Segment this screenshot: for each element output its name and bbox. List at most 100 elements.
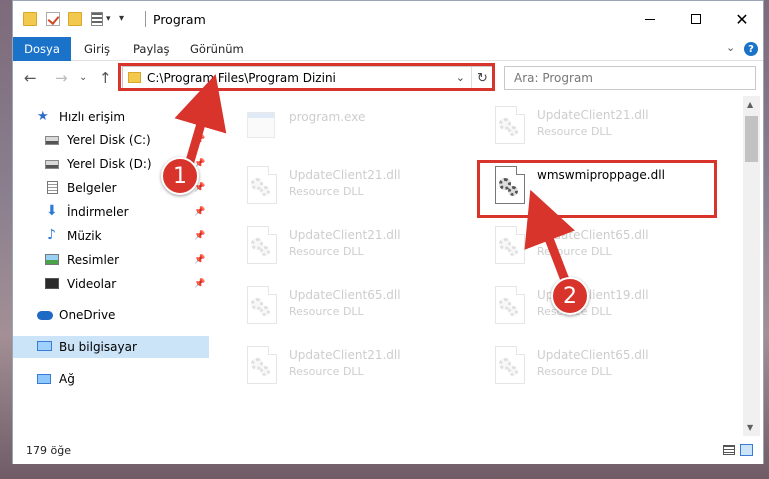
- step-2-badge: 2: [551, 277, 589, 315]
- file-type: Resource DLL: [537, 245, 612, 258]
- file-item[interactable]: UpdateClient65.dll Resource DLL: [243, 282, 483, 330]
- disk-icon: [45, 136, 59, 145]
- expand-ribbon-icon[interactable]: ⌄: [726, 41, 735, 54]
- dll-file-icon: [491, 286, 527, 326]
- maximize-icon: [691, 14, 701, 24]
- new-folder-icon[interactable]: [68, 12, 82, 26]
- file-item[interactable]: UpdateClient65.dll Resource DLL: [491, 222, 731, 270]
- search-input[interactable]: [504, 66, 756, 90]
- disk-icon: [45, 160, 59, 169]
- file-item[interactable]: UpdateClient21.dll Resource DLL: [243, 222, 483, 270]
- star-icon: ★: [37, 109, 49, 124]
- file-highlight-box: [477, 160, 717, 218]
- sidebar-item-network[interactable]: Ağ: [13, 368, 209, 390]
- up-arrow-icon[interactable]: ↑: [99, 69, 112, 87]
- file-item[interactable]: UpdateClient21.dll Resource DLL: [243, 162, 483, 210]
- file-item[interactable]: UpdateClient21.dll Resource DLL: [491, 102, 731, 150]
- tab-share[interactable]: Paylaş: [133, 42, 170, 56]
- tab-home[interactable]: Giriş: [84, 42, 110, 56]
- properties-check-icon[interactable]: [46, 12, 60, 26]
- title-separator: [145, 11, 146, 27]
- chevron-down-icon[interactable]: ▾: [106, 14, 111, 24]
- sidebar-item-music[interactable]: ♪ Müzik 📌: [13, 225, 209, 247]
- sidebar-item-quick-access[interactable]: ★ Hızlı erişim: [13, 106, 209, 128]
- dll-file-icon: [243, 166, 279, 206]
- tiles-view-icon[interactable]: [740, 444, 753, 456]
- back-arrow-icon[interactable]: ←: [24, 69, 37, 87]
- close-button[interactable]: ✕: [719, 1, 765, 37]
- dll-file-icon: [491, 346, 527, 386]
- sidebar-item-label: Hızlı erişim: [59, 110, 126, 124]
- view-options-icon[interactable]: [91, 12, 103, 26]
- computer-icon: [37, 341, 52, 351]
- file-type: Resource DLL: [289, 305, 364, 318]
- sidebar-item-label: Yerel Disk (C:): [67, 133, 151, 147]
- file-type: Resource DLL: [289, 185, 364, 198]
- pin-icon[interactable]: 📌: [194, 231, 205, 241]
- minimize-button[interactable]: [627, 1, 673, 37]
- customize-toolbar-icon[interactable]: ▾: [119, 13, 124, 24]
- file-type: Resource DLL: [289, 245, 364, 258]
- file-list: program.exe UpdateClient21.dll Resource …: [209, 96, 743, 436]
- file-item[interactable]: UpdateClient65.dll Resource DLL: [491, 342, 731, 390]
- file-name: program.exe: [289, 110, 366, 124]
- music-icon: ♪: [47, 227, 56, 243]
- tab-file[interactable]: Dosya: [13, 37, 71, 61]
- sidebar-item-pictures[interactable]: Resimler 📌: [13, 249, 209, 271]
- videos-icon: [45, 278, 59, 289]
- details-view-icon[interactable]: [723, 445, 735, 455]
- address-highlight-box: [118, 63, 495, 91]
- sidebar-item-label: Ağ: [59, 372, 75, 386]
- pictures-icon: [45, 254, 59, 265]
- tab-view[interactable]: Görünüm: [190, 42, 244, 56]
- dll-file-icon: [243, 346, 279, 386]
- exe-file-icon: [243, 106, 279, 146]
- file-name: UpdateClient21.dll: [289, 168, 401, 182]
- scrollbar-thumb[interactable]: [745, 116, 758, 162]
- file-name: UpdateClient21.dll: [289, 228, 401, 242]
- item-count: 179 öğe: [26, 444, 71, 457]
- forward-arrow-icon[interactable]: →: [55, 69, 68, 87]
- scroll-down-icon[interactable]: ▼: [747, 423, 753, 432]
- file-name: UpdateClient65.dll: [537, 348, 649, 362]
- pin-icon[interactable]: 📌: [194, 135, 205, 145]
- cloud-icon: [37, 311, 53, 320]
- file-type: Resource DLL: [537, 365, 612, 378]
- sidebar-item-label: Belgeler: [67, 181, 117, 195]
- ribbon-tabs: Dosya Giriş Paylaş Görünüm ⌄ ?: [13, 37, 763, 61]
- file-item[interactable]: UpdateClient21.dll Resource DLL: [243, 342, 483, 390]
- scroll-up-icon[interactable]: ▲: [747, 100, 753, 109]
- sidebar-item-label: Videolar: [67, 277, 117, 291]
- sidebar-item-downloads[interactable]: ⬇ İndirmeler 📌: [13, 201, 209, 223]
- file-item[interactable]: UpdateClient19.dll Resource DLL: [491, 282, 731, 330]
- vertical-scrollbar[interactable]: ▲ ▼: [743, 96, 760, 436]
- status-bar: 179 öğe: [13, 437, 763, 464]
- sidebar-item-label: İndirmeler: [67, 205, 129, 219]
- pin-icon[interactable]: 📌: [194, 207, 205, 217]
- pin-icon[interactable]: 📌: [194, 255, 205, 265]
- sidebar-item-label: Resimler: [67, 253, 120, 267]
- sidebar-item-videos[interactable]: Videolar 📌: [13, 273, 209, 295]
- title-bar: ▾ ▾ Program ✕: [13, 1, 763, 37]
- sidebar-item-this-pc[interactable]: Bu bilgisayar: [13, 336, 209, 358]
- sidebar-item-onedrive[interactable]: OneDrive: [13, 304, 209, 326]
- close-icon: ✕: [735, 9, 749, 29]
- file-name: UpdateClient65.dll: [289, 288, 401, 302]
- help-icon[interactable]: ?: [744, 42, 758, 56]
- file-name: UpdateClient21.dll: [537, 108, 649, 122]
- folder-icon: [23, 12, 37, 26]
- file-name: UpdateClient65.dll: [537, 228, 649, 242]
- download-icon: ⬇: [46, 203, 58, 219]
- recent-locations-icon[interactable]: ⌄: [79, 72, 87, 83]
- file-name: UpdateClient21.dll: [289, 348, 401, 362]
- file-item[interactable]: program.exe: [243, 102, 483, 150]
- sidebar-item-disk-c[interactable]: Yerel Disk (C:) 📌: [13, 129, 209, 151]
- file-type: Resource DLL: [537, 125, 612, 138]
- minimize-icon: [645, 18, 655, 20]
- network-icon: [37, 374, 51, 384]
- file-type: Resource DLL: [289, 365, 364, 378]
- sidebar-item-label: Yerel Disk (D:): [67, 157, 152, 171]
- maximize-button[interactable]: [673, 1, 719, 37]
- pin-icon[interactable]: 📌: [194, 279, 205, 289]
- dll-file-icon: [491, 226, 527, 266]
